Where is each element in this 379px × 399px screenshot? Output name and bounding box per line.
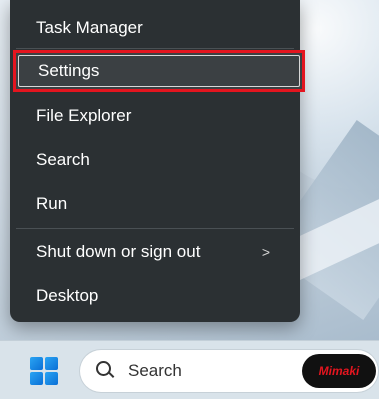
menu-item-settings[interactable]: Settings <box>13 50 305 92</box>
brand-logo[interactable]: Mimaki <box>302 354 376 388</box>
menu-item-label: Search <box>36 150 90 169</box>
search-placeholder: Search <box>128 361 182 380</box>
windows-logo-icon[interactable] <box>30 357 58 385</box>
menu-item-label: Task Manager <box>36 18 143 37</box>
menu-item-label: Run <box>36 194 68 213</box>
taskbar-search-box[interactable]: Search Mimaki <box>80 350 378 392</box>
menu-item-label: File Explorer <box>36 106 132 125</box>
quick-link-menu: Task Manager Settings File Explorer Sear… <box>10 0 305 322</box>
menu-item-file-explorer[interactable]: File Explorer <box>16 98 294 134</box>
menu-item-label: Shut down or sign out <box>36 242 201 261</box>
menu-separator <box>16 228 294 229</box>
chevron-right-icon: > <box>261 244 270 260</box>
focus-outline <box>18 55 300 87</box>
menu-item-shut-down[interactable]: Shut down or sign out > <box>16 234 294 270</box>
search-icon <box>96 361 116 381</box>
menu-item-search[interactable]: Search <box>16 142 294 178</box>
taskbar: Search Mimaki <box>0 340 379 399</box>
brand-logo-text: Mimaki <box>318 364 360 378</box>
menu-item-run[interactable]: Run <box>16 186 294 222</box>
menu-item-desktop[interactable]: Desktop <box>16 278 294 314</box>
menu-separator <box>16 48 294 49</box>
menu-item-task-manager[interactable]: Task Manager <box>16 10 294 46</box>
menu-item-label: Desktop <box>36 286 99 305</box>
